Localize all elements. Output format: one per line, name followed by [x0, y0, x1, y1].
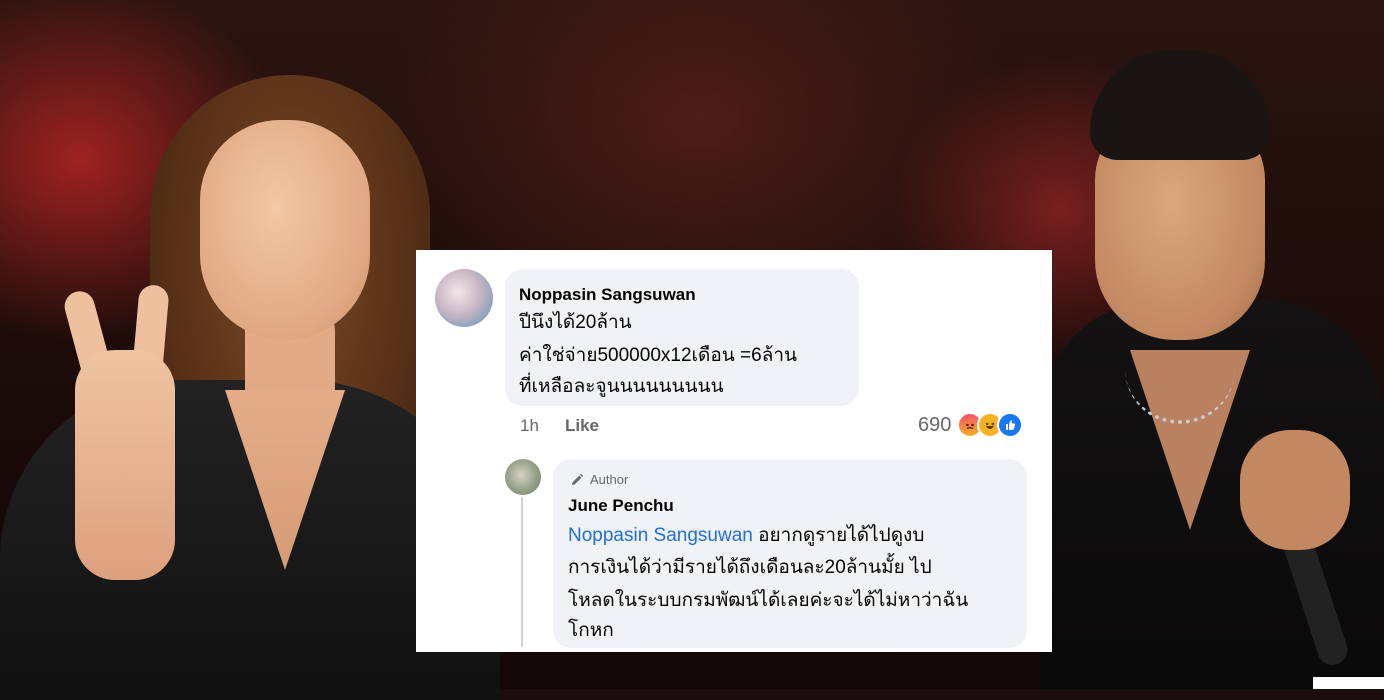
woman-face — [200, 120, 370, 340]
comment-author-name[interactable]: Noppasin Sangsuwan — [519, 285, 696, 305]
like-button[interactable]: Like — [565, 416, 599, 436]
comment-timestamp[interactable]: 1h — [520, 416, 539, 436]
reply-author-avatar[interactable] — [505, 459, 541, 495]
mention-link[interactable]: Noppasin Sangsuwan — [568, 525, 753, 546]
comment-line: ปีนึงได้20ล้าน — [519, 312, 632, 333]
reply-line: โหลดในระบบกรมพัฒน์ได้เลยค่ะจะได้ไม่หาว่า… — [568, 590, 969, 611]
comment-line: ที่เหลือละจูนนนนนนนนน — [519, 376, 724, 397]
author-badge: Author — [570, 472, 628, 487]
reply-line-text: อยากดูรายได้ไปดูงบ — [752, 525, 925, 546]
reply-line: Noppasin Sangsuwan อยากดูรายได้ไปดูงบ — [568, 519, 924, 552]
reply-line: การเงินได้ว่ามีรายได้ถึงเดือนละ20ล้านมั้… — [568, 557, 932, 578]
reply-author-name[interactable]: June Penchu — [568, 496, 674, 516]
singer-hair — [1090, 50, 1270, 160]
comment-line: ค่าใช่จ่าย500000x12เดือน =6ล้าน — [519, 345, 797, 366]
commenter-avatar[interactable] — [435, 269, 493, 327]
like-icon — [997, 412, 1024, 438]
singer-hand — [1240, 430, 1350, 550]
reply-thread-line — [521, 497, 523, 647]
pencil-icon — [572, 473, 584, 485]
reaction-count: 690 — [918, 413, 952, 436]
author-badge-label: Author — [590, 472, 629, 487]
frame-corner — [1313, 677, 1384, 689]
reaction-summary[interactable]: 690 — [918, 410, 1024, 440]
reply-line: โกหก — [568, 620, 614, 641]
singer-photo — [1040, 50, 1384, 689]
woman-hand-peace-sign — [75, 350, 175, 580]
